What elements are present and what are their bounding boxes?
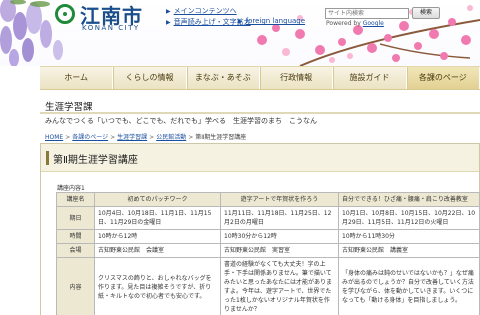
table-cell: 10時から12時 bbox=[94, 229, 221, 244]
global-nav: ホーム くらしの情報 まなぶ・あそぶ 行政情報 施設ガイド 各課のページ bbox=[40, 66, 480, 90]
page-title: 第Ⅱ期生涯学習講座 bbox=[53, 155, 138, 166]
main-content: 第Ⅱ期生涯学習講座 講座内容1 講座名 初めてのパッチワーク 遊字アートで年賀状… bbox=[40, 143, 480, 315]
nav-item-living[interactable]: くらしの情報 bbox=[113, 67, 187, 89]
table-header-cell: 遊字アートで年賀状を作ろう bbox=[220, 192, 339, 207]
page-title-band: 第Ⅱ期生涯学習講座 bbox=[41, 144, 479, 172]
breadcrumb-community-center[interactable]: 公民館活動 bbox=[156, 134, 186, 141]
table-cell: 10月4日、10月18日、11月1日、11月15日、11月29日の金曜日 bbox=[94, 206, 221, 230]
table-cell: 書道の経験がなくても大丈夫！字の上手・下手は関係ありません。筆で描いてみたいと思… bbox=[220, 257, 339, 315]
table-cell: クリスマスの飾りと、おしゃれなバッグを作ります。見た目は複雑そうですが、折り紙・… bbox=[94, 257, 221, 315]
table-cell: 古知野東公民館 会議室 bbox=[94, 243, 221, 258]
site-header: 江南市 KONAN CITY ▶ メインコンテンツへ ▶ 音声読み上げ・文字拡大 ▶… bbox=[0, 0, 480, 66]
search-powered-by: Powered by Google bbox=[326, 20, 384, 27]
table-header-cell: 自分でできる！ひざ痛・腰痛・肩こり改善教室 bbox=[338, 192, 480, 207]
breadcrumb-departments[interactable]: 各課のページ bbox=[72, 134, 108, 141]
course-table: 講座名 初めてのパッチワーク 遊字アートで年賀状を作ろう 自分でできる！ひざ痛・… bbox=[56, 192, 480, 315]
table-row: 期日 10月4日、10月18日、11月1日、11月15日、11月29日の金曜日 … bbox=[56, 206, 480, 230]
search-input[interactable] bbox=[325, 8, 409, 19]
table-row-header: 内容 bbox=[56, 257, 95, 315]
site-logo-subtitle: KONAN CITY bbox=[82, 24, 140, 32]
table-cell: 11月11日、11月18日、11月25日、12月2日の月曜日 bbox=[220, 206, 339, 230]
search-button[interactable]: 検索 bbox=[412, 7, 440, 19]
arrow-right-icon: ▶ bbox=[166, 8, 171, 15]
nav-item-administration[interactable]: 行政情報 bbox=[259, 67, 334, 89]
table-header-row: 講座名 初めてのパッチワーク 遊字アートで年賀状を作ろう 自分でできる！ひざ痛・… bbox=[56, 192, 480, 207]
breadcrumb-lifelong-learning[interactable]: 生涯学習課 bbox=[117, 134, 147, 141]
table-cell: 古知野東公民館 講義室 bbox=[338, 243, 480, 258]
title-accent-bar bbox=[46, 151, 49, 165]
table-row: 時間 10時から12時 10時30分から12時 10時から11時30分 bbox=[56, 229, 480, 244]
breadcrumb-separator-icon: > bbox=[65, 134, 71, 141]
breadcrumb-separator-icon: > bbox=[110, 134, 116, 141]
breadcrumb-separator-icon: > bbox=[149, 134, 155, 141]
table-row: 内容 クリスマスの飾りと、おしゃれなバッグを作ります。見た目は複雑そうですが、折… bbox=[56, 257, 480, 315]
breadcrumb-home[interactable]: HOME bbox=[45, 134, 63, 141]
table-caption: 講座内容1 bbox=[57, 185, 85, 192]
section-tagline: みんなでつくる「いつでも、どこでも、だれでも」学べる 生涯学習のまち こうなん bbox=[45, 117, 318, 125]
section-divider bbox=[40, 112, 480, 114]
arrow-right-icon: ▶ bbox=[166, 19, 171, 26]
breadcrumb: HOME > 各課のページ > 生涯学習課 > 公民館活動 > 第Ⅱ期生涯学習講座 bbox=[45, 132, 246, 141]
nav-item-home[interactable]: ホーム bbox=[40, 67, 114, 89]
city-emblem-icon[interactable] bbox=[55, 4, 75, 24]
table-row-header: 会場 bbox=[56, 243, 95, 258]
breadcrumb-separator-icon: > bbox=[188, 134, 194, 141]
section-title: 生涯学習課 bbox=[45, 102, 93, 113]
table-cell: 「身体の痛みは鈍のせいではないかも？」なぜ痛みが出るのでしょうか？自分で改善して… bbox=[338, 257, 480, 315]
foreign-language-link[interactable]: ▶ foreign language bbox=[238, 17, 305, 25]
breadcrumb-current: 第Ⅱ期生涯学習講座 bbox=[195, 134, 247, 141]
nav-item-facilities[interactable]: 施設ガイド bbox=[333, 67, 407, 89]
table-cell: 古知野東公民館 実習室 bbox=[220, 243, 339, 258]
table-row-header: 時間 bbox=[56, 229, 95, 244]
google-logo-text[interactable]: Google bbox=[363, 20, 384, 27]
arrow-right-icon: ▶ bbox=[238, 18, 243, 25]
table-header-cell: 初めてのパッチワーク bbox=[94, 192, 221, 207]
nav-item-departments[interactable]: 各課のページ bbox=[406, 67, 480, 89]
table-cell: 10時30分から12時 bbox=[220, 229, 339, 244]
main-content-link[interactable]: ▶ メインコンテンツへ bbox=[166, 6, 237, 16]
nav-item-learn-play[interactable]: まなぶ・あそぶ bbox=[186, 67, 260, 89]
table-cell: 10月1日、10月8日、10月15日、10月22日、10月29日、11月5日、1… bbox=[338, 206, 480, 230]
table-cell: 10時から11時30分 bbox=[338, 229, 480, 244]
table-row-header: 期日 bbox=[56, 206, 95, 230]
table-row: 会場 古知野東公民館 会議室 古知野東公民館 実習室 古知野東公民館 講義室 bbox=[56, 243, 480, 258]
table-header-cell: 講座名 bbox=[56, 192, 95, 207]
